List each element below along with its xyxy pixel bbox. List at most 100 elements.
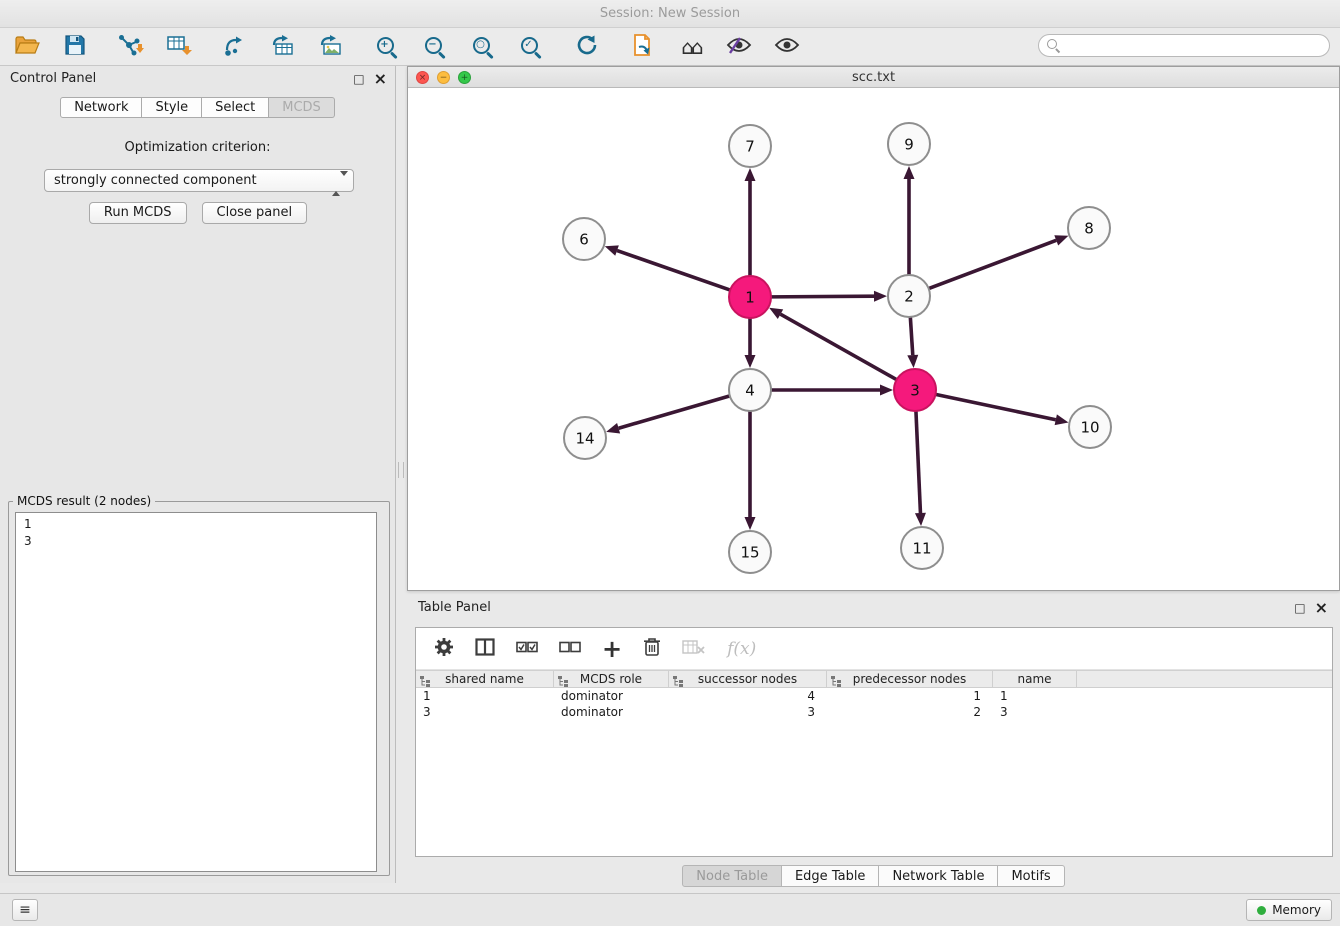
eye-brush-icon: [726, 35, 752, 59]
network-node[interactable]: 11: [901, 527, 943, 569]
network-node[interactable]: 14: [564, 417, 606, 459]
network-canvas[interactable]: 7 9 6 8 1 2 4 3 14 10 15 11: [408, 88, 1339, 590]
zoom-fit-button[interactable]: ○: [468, 32, 498, 62]
zoom-selected-button[interactable]: ✓: [516, 32, 546, 62]
new-network-button[interactable]: [220, 32, 250, 62]
close-panel-icon[interactable]: ×: [374, 72, 387, 86]
column-header-successor-nodes[interactable]: successor nodes: [669, 671, 827, 687]
column-header-shared-name[interactable]: shared name: [416, 671, 554, 687]
edge-arrowhead-icon: [745, 168, 756, 181]
network-edge[interactable]: [929, 240, 1057, 288]
cell-name[interactable]: 1: [993, 688, 1077, 704]
minimize-window-icon[interactable]: −: [437, 71, 450, 84]
network-node[interactable]: 10: [1069, 406, 1111, 448]
run-mcds-button[interactable]: Run MCDS: [89, 202, 187, 224]
save-icon: [64, 34, 86, 60]
add-column-button[interactable]: +: [602, 636, 622, 662]
select-all-columns-button[interactable]: [516, 636, 538, 662]
network-edge[interactable]: [910, 317, 912, 355]
column-header-predecessor-nodes[interactable]: predecessor nodes: [827, 671, 993, 687]
tab-mcds[interactable]: MCDS: [269, 97, 335, 118]
cell-predecessor-nodes[interactable]: 1: [827, 688, 993, 704]
mcds-result-item[interactable]: 3: [16, 533, 376, 550]
table-settings-button[interactable]: [434, 636, 454, 662]
network-canvas-container[interactable]: 7 9 6 8 1 2 4 3 14 10 15 11: [408, 88, 1339, 590]
tab-select[interactable]: Select: [202, 97, 269, 118]
tab-style[interactable]: Style: [142, 97, 202, 118]
columns-icon: [475, 638, 495, 660]
edge-arrowhead-icon: [1054, 235, 1068, 245]
apply-style-button[interactable]: [628, 32, 658, 62]
network-node[interactable]: 3: [894, 369, 936, 411]
cell-name[interactable]: 3: [993, 704, 1077, 720]
table-panel: Table Panel □ ×: [407, 595, 1340, 893]
network-edge[interactable]: [771, 296, 874, 297]
close-table-panel-icon[interactable]: ×: [1315, 601, 1328, 615]
float-panel-icon[interactable]: □: [353, 73, 364, 85]
cell-shared-name[interactable]: 3: [416, 704, 554, 720]
search-input[interactable]: [1038, 34, 1330, 57]
node-label: 1: [745, 288, 755, 306]
cell-predecessor-nodes[interactable]: 2: [827, 704, 993, 720]
import-table-icon: [166, 34, 192, 60]
zoom-in-button[interactable]: +: [372, 32, 402, 62]
home-icon: ⌂⌂: [681, 36, 700, 58]
mcds-result-item[interactable]: 1: [16, 516, 376, 533]
network-node[interactable]: 2: [888, 275, 930, 317]
cell-mcds-role[interactable]: dominator: [554, 688, 669, 704]
tab-node-table[interactable]: Node Table: [682, 865, 782, 887]
close-panel-button[interactable]: Close panel: [202, 202, 308, 224]
refresh-button[interactable]: [572, 32, 602, 62]
network-node[interactable]: 6: [563, 218, 605, 260]
network-edge[interactable]: [619, 396, 730, 428]
cell-shared-name[interactable]: 1: [416, 688, 554, 704]
delete-column-button[interactable]: [643, 636, 661, 662]
application-window: Session: New Session: [0, 0, 1340, 926]
save-session-button[interactable]: [60, 32, 90, 62]
tab-network-table[interactable]: Network Table: [879, 865, 998, 887]
table-row[interactable]: 3 dominator 3 2 3: [416, 704, 1332, 720]
export-image-button[interactable]: [316, 32, 346, 62]
deselect-all-columns-button[interactable]: [559, 636, 581, 662]
network-edge[interactable]: [916, 411, 921, 513]
eye-icon: [774, 35, 800, 59]
mcds-result-list[interactable]: 1 3: [15, 512, 377, 872]
export-table-button[interactable]: [268, 32, 298, 62]
column-header-mcds-role[interactable]: MCDS role: [554, 671, 669, 687]
close-window-icon[interactable]: ×: [416, 71, 429, 84]
criterion-dropdown[interactable]: strongly connected component: [44, 169, 354, 192]
tab-network[interactable]: Network: [60, 97, 142, 118]
cell-successor-nodes[interactable]: 3: [669, 704, 827, 720]
task-history-button[interactable]: ≡: [12, 899, 38, 921]
network-node[interactable]: 7: [729, 125, 771, 167]
node-label: 11: [912, 539, 931, 557]
open-session-button[interactable]: [12, 32, 42, 62]
network-node[interactable]: 8: [1068, 207, 1110, 249]
table-row[interactable]: 1 dominator 4 1 1: [416, 688, 1332, 704]
cell-mcds-role[interactable]: dominator: [554, 704, 669, 720]
network-node[interactable]: 4: [729, 369, 771, 411]
show-hide-button[interactable]: [772, 32, 802, 62]
zoom-window-icon[interactable]: +: [458, 71, 471, 84]
tab-motifs[interactable]: Motifs: [998, 865, 1064, 887]
column-header-name[interactable]: name: [993, 671, 1077, 687]
network-window-titlebar[interactable]: × − + scc.txt: [408, 67, 1339, 88]
network-edge[interactable]: [617, 251, 730, 291]
cell-successor-nodes[interactable]: 4: [669, 688, 827, 704]
column-type-icon: [420, 675, 431, 692]
network-node[interactable]: 15: [729, 531, 771, 573]
show-columns-button[interactable]: [475, 636, 495, 662]
panel-splitter-handle[interactable]: [398, 462, 404, 478]
tab-edge-table[interactable]: Edge Table: [782, 865, 879, 887]
zoom-out-button[interactable]: −: [420, 32, 450, 62]
memory-button[interactable]: Memory: [1246, 899, 1332, 921]
import-network-button[interactable]: [116, 32, 146, 62]
network-edge[interactable]: [780, 314, 896, 380]
network-node[interactable]: 9: [888, 123, 930, 165]
network-edge[interactable]: [936, 394, 1056, 419]
paint-visibility-button[interactable]: [724, 32, 754, 62]
network-node[interactable]: 1: [729, 276, 771, 318]
float-table-panel-icon[interactable]: □: [1294, 602, 1305, 614]
import-table-button[interactable]: [164, 32, 194, 62]
home-views-button[interactable]: ⌂⌂: [676, 32, 706, 62]
